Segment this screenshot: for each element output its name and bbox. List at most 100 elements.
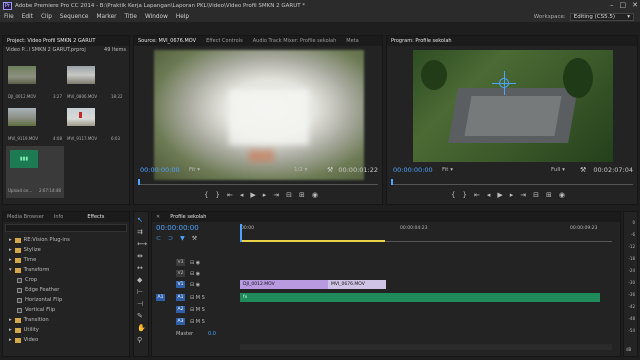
source-playhead[interactable]	[138, 179, 140, 185]
go-to-in-icon[interactable]: ⇤	[474, 191, 480, 199]
source-ratio-select[interactable]: 1/2 ▾	[294, 167, 307, 173]
export-frame-icon[interactable]: ◉	[312, 191, 318, 199]
track-target-a1[interactable]: A1	[176, 294, 185, 301]
step-forward-icon[interactable]: ▸	[263, 191, 267, 199]
pen-tool-icon[interactable]: ✎	[137, 312, 143, 320]
step-back-icon[interactable]: ◂	[487, 191, 491, 199]
play-icon[interactable]: ▶	[497, 191, 502, 199]
source-patch-a1[interactable]: A1	[156, 294, 165, 301]
tab-audio-mixer[interactable]: Audio Track Mixer: Profile sekolah	[253, 38, 337, 44]
video-clip[interactable]: MVI_0676.MOV	[328, 280, 386, 289]
program-time-ruler[interactable]	[391, 179, 633, 185]
razor-tool-icon[interactable]: ◆	[137, 276, 142, 284]
track-target-a2[interactable]: A2	[176, 306, 185, 313]
effects-search-input[interactable]	[5, 224, 127, 232]
program-quality-select[interactable]: Full ▾	[551, 167, 565, 173]
hand-tool-icon[interactable]: ✋	[137, 324, 146, 332]
zoom-tool-icon[interactable]: ⚲	[137, 336, 142, 344]
wrench-icon[interactable]: ⚒	[327, 166, 333, 174]
timeline-timecode[interactable]: 00:00:00:00	[156, 224, 199, 232]
track-target-a3[interactable]: A3	[176, 318, 185, 325]
effect-item[interactable]: Edge Feather	[17, 287, 59, 293]
tab-media-browser[interactable]: Media Browser	[7, 214, 44, 220]
track-mute-solo-icon[interactable]: ⊟ M S	[190, 295, 205, 301]
settings-icon[interactable]: ⚒	[192, 235, 197, 242]
effect-item[interactable]: Vertical Flip	[17, 307, 55, 313]
clip-thumbnail-mvi0806[interactable]	[67, 66, 95, 84]
track-lock-icon[interactable]: ⊟ ◉	[190, 282, 200, 288]
chevron-right-icon[interactable]: ▸	[9, 337, 12, 343]
master-volume[interactable]: 0.0	[208, 331, 216, 337]
track-target-v2[interactable]: V2	[176, 270, 185, 277]
crosshair-marker[interactable]	[492, 71, 516, 95]
track-lock-icon[interactable]: ⊟ ◉	[190, 260, 200, 266]
source-time-ruler[interactable]	[138, 179, 378, 185]
menu-title[interactable]: Title	[125, 14, 137, 20]
track-target-v1[interactable]: V1	[176, 281, 185, 288]
timeline-scrollbar[interactable]	[240, 344, 612, 350]
mark-in-icon[interactable]: {	[451, 191, 455, 199]
menu-marker[interactable]: Marker	[97, 14, 117, 20]
tab-effect-controls[interactable]: Effect Controls	[206, 38, 243, 44]
source-timecode[interactable]: 00:00:00:00	[140, 166, 180, 174]
program-playhead[interactable]	[391, 179, 393, 185]
wrench-icon[interactable]: ⚒	[580, 166, 586, 174]
chevron-right-icon[interactable]: ▸	[9, 327, 12, 333]
tab-sequence[interactable]: Profile sekolah	[170, 214, 206, 220]
mark-out-icon[interactable]: }	[215, 191, 219, 199]
effects-folder[interactable]: ▸ Stylize	[9, 247, 41, 253]
snap-icon[interactable]: ⊂	[156, 235, 161, 242]
mark-out-icon[interactable]: }	[462, 191, 466, 199]
effects-folder[interactable]: ▸ Time	[9, 257, 36, 263]
clip-thumbnail-mvi9117[interactable]	[67, 108, 95, 126]
track-mute-solo-icon[interactable]: ⊟ M S	[190, 307, 205, 313]
program-timecode[interactable]: 00:00:00:00	[393, 166, 433, 174]
tab-project[interactable]: Project: Video Profil SMKN 2 GARUT	[7, 38, 95, 44]
menu-sequence[interactable]: Sequence	[60, 14, 89, 20]
track-lock-icon[interactable]: ⊟ ◉	[190, 271, 200, 277]
track-target-v3[interactable]: V3	[176, 259, 185, 266]
maximize-button[interactable]: □	[620, 1, 627, 9]
mark-in-icon[interactable]: {	[204, 191, 208, 199]
add-marker-icon[interactable]: ▼	[180, 235, 185, 242]
menu-clip[interactable]: Clip	[41, 14, 52, 20]
slide-tool-icon[interactable]: ⊣	[137, 300, 143, 308]
effect-item[interactable]: Horizontal Flip	[17, 297, 62, 303]
go-to-out-icon[interactable]: ⇥	[520, 191, 526, 199]
insert-icon[interactable]: ⊟	[286, 191, 292, 199]
workspace-select[interactable]: Editing (CS5.5) ▾	[569, 12, 634, 21]
rolling-edit-tool-icon[interactable]: ⇹	[137, 252, 143, 260]
menu-help[interactable]: Help	[176, 14, 189, 20]
close-button[interactable]: ✕	[632, 1, 638, 9]
effects-folder[interactable]: ▸ Video	[9, 337, 38, 343]
timeline-ruler[interactable]: 00:00 00:00:04:23 00:00:09:23	[240, 224, 612, 242]
selected-item-highlight[interactable]: ▮▮▮ Upload on... 2:07:14:48	[6, 146, 64, 198]
rate-stretch-tool-icon[interactable]: ↔	[137, 264, 143, 272]
close-icon[interactable]: ✕	[156, 214, 160, 220]
selection-tool-icon[interactable]: ↖	[137, 216, 143, 224]
overwrite-icon[interactable]: ⊞	[299, 191, 305, 199]
track-mute-solo-icon[interactable]: ⊟ M S	[190, 319, 205, 325]
slip-tool-icon[interactable]: ⊢	[137, 288, 143, 296]
clip-thumbnail-dji0012[interactable]	[8, 66, 36, 84]
chevron-right-icon[interactable]: ▸	[9, 317, 12, 323]
export-frame-icon[interactable]: ◉	[559, 191, 565, 199]
tab-metadata[interactable]: Meta	[346, 38, 358, 44]
lift-icon[interactable]: ⊟	[533, 191, 539, 199]
tab-program[interactable]: Program: Profile sekolah	[391, 38, 452, 44]
work-area-bar[interactable]	[240, 240, 385, 242]
effects-folder[interactable]: ▸ RE:Vision Plug-ins	[9, 237, 70, 243]
track-select-tool-icon[interactable]: ⇉	[137, 228, 143, 236]
chevron-down-icon[interactable]: ▾	[9, 267, 12, 273]
tab-effects[interactable]: Effects	[87, 214, 104, 220]
effects-folder[interactable]: ▸ Transition	[9, 317, 49, 323]
effects-folder[interactable]: ▸ Utility	[9, 327, 39, 333]
chevron-right-icon[interactable]: ▸	[9, 237, 12, 243]
menu-file[interactable]: File	[4, 14, 14, 20]
timeline-playhead[interactable]	[240, 224, 242, 242]
step-back-icon[interactable]: ◂	[240, 191, 244, 199]
tab-source[interactable]: Source: MVI_0676.MOV	[138, 38, 196, 44]
ripple-edit-tool-icon[interactable]: ⟷	[137, 240, 147, 248]
program-fit-select[interactable]: Fit ▾	[442, 167, 453, 173]
source-fit-select[interactable]: Fit ▾	[189, 167, 200, 173]
